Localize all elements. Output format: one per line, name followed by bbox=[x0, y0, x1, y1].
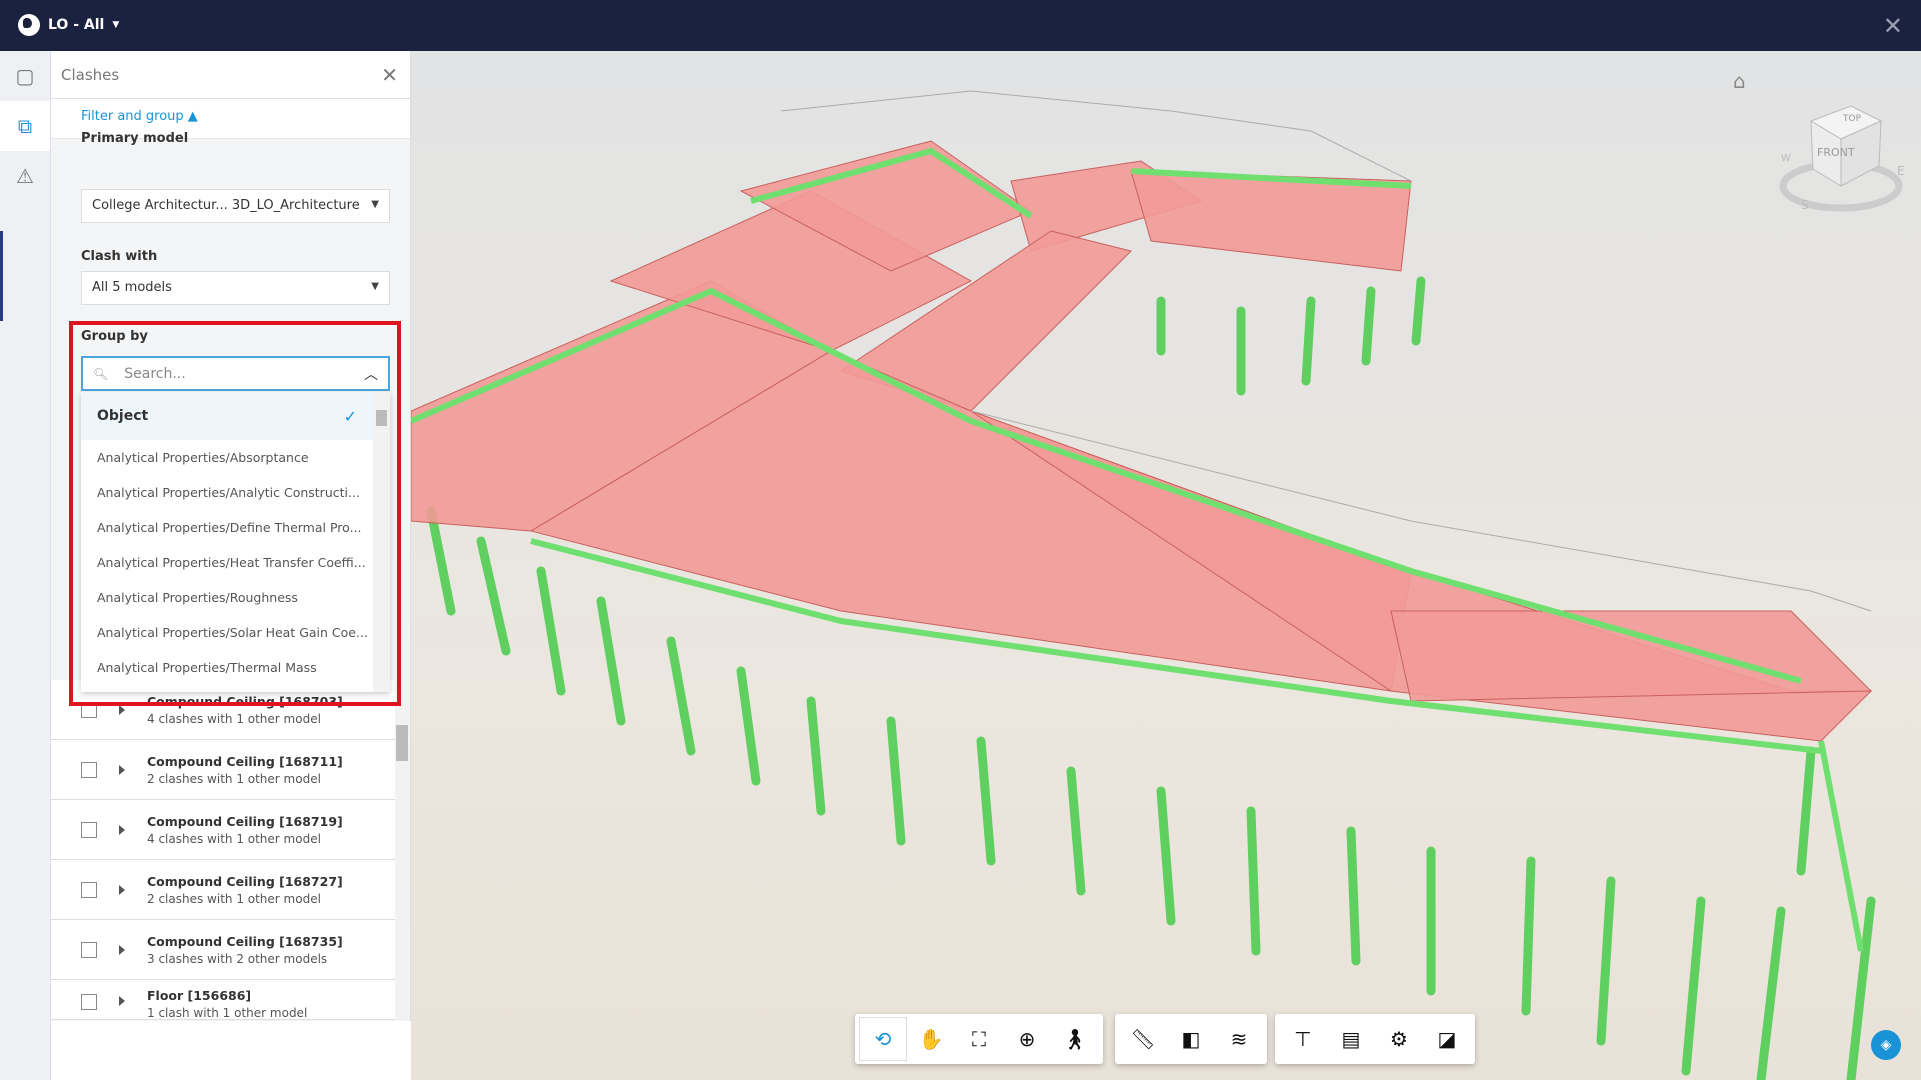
option-object[interactable]: Object ✓ bbox=[81, 392, 373, 440]
option[interactable]: Analytical Properties/Solar Heat Gain Co… bbox=[81, 615, 373, 650]
view-cube[interactable]: TOP FRONT E S W bbox=[1771, 91, 1911, 221]
checkbox[interactable] bbox=[81, 881, 97, 898]
clash-with-select[interactable]: All 5 models ▼ bbox=[81, 271, 390, 305]
side-rail: ▢ ⧉ ⚠ bbox=[0, 51, 51, 1080]
primary-model-label: Primary model bbox=[81, 131, 189, 146]
option[interactable]: Analytical Properties/Roughness bbox=[81, 580, 373, 615]
help-icon[interactable]: ◈ bbox=[1871, 1030, 1901, 1060]
checkbox[interactable] bbox=[81, 994, 97, 1010]
checkbox[interactable] bbox=[81, 701, 97, 718]
clash-with-label: Clash with bbox=[81, 249, 158, 264]
panel-footer bbox=[51, 1021, 411, 1080]
section-icon[interactable]: ◧ bbox=[1167, 1017, 1215, 1061]
expand-icon[interactable] bbox=[119, 996, 125, 1006]
scroll-thumb[interactable] bbox=[396, 725, 408, 761]
group-by-label: Group by bbox=[81, 329, 148, 344]
layers-icon[interactable]: ≋ bbox=[1215, 1017, 1263, 1061]
chevron-up-icon[interactable]: ︿ bbox=[364, 364, 378, 384]
expand-icon[interactable] bbox=[119, 824, 125, 835]
first-person-icon[interactable]: 🚶︎ bbox=[1051, 1017, 1099, 1061]
option-label: Object bbox=[97, 408, 149, 424]
checkbox[interactable] bbox=[81, 761, 97, 778]
list-item[interactable]: Compound Ceiling [168735] 3 clashes with … bbox=[51, 920, 395, 980]
expand-icon[interactable] bbox=[119, 884, 125, 895]
project-name: LO - All bbox=[48, 17, 105, 33]
row-name: Compound Ceiling [168711] bbox=[147, 753, 343, 769]
cube-top-label: TOP bbox=[1842, 114, 1862, 124]
check-icon: ✓ bbox=[343, 406, 357, 426]
project-selector[interactable]: LO - All ▼ bbox=[18, 14, 119, 36]
pan-icon[interactable]: ✋ bbox=[907, 1017, 955, 1061]
caret-down-icon: ▼ bbox=[112, 20, 120, 30]
expand-icon[interactable] bbox=[119, 764, 125, 775]
row-name: Compound Ceiling [168703] bbox=[147, 693, 343, 709]
clash-primary-elements bbox=[411, 140, 1873, 742]
close-panel-icon[interactable]: ✕ bbox=[381, 63, 398, 87]
row-name: Compound Ceiling [168719] bbox=[147, 813, 343, 829]
row-sub: 4 clashes with 1 other model bbox=[147, 831, 321, 846]
checkbox[interactable] bbox=[81, 941, 97, 958]
clashes-icon[interactable]: ⧉ bbox=[0, 101, 50, 151]
model-browser-icon[interactable]: ▢ bbox=[0, 51, 50, 101]
compass-s: S bbox=[1801, 198, 1809, 212]
list-item[interactable]: Compound Ceiling [168727] 2 clashes with … bbox=[51, 860, 395, 920]
clash-list: Compound Ceiling [168703] 4 clashes with … bbox=[51, 680, 395, 1020]
properties-icon[interactable]: ▤ bbox=[1327, 1017, 1375, 1061]
row-sub: 3 clashes with 2 other models bbox=[147, 951, 328, 966]
group-by-search[interactable]: 🔍︎ Search... ︿ bbox=[81, 356, 390, 391]
row-sub: 1 clash with 1 other model bbox=[147, 1006, 308, 1020]
option[interactable]: Analytical Properties/Heat Transfer Coef… bbox=[81, 545, 373, 580]
zoom-window-icon[interactable]: ⊕ bbox=[1003, 1017, 1051, 1061]
option[interactable]: Analytical Properties/Define Thermal Pro… bbox=[81, 510, 373, 545]
group-by-dropdown: Object ✓ Analytical Properties/Absorptanc… bbox=[81, 392, 390, 692]
primary-model-select[interactable]: College Architectur... 3D_LO_Architectur… bbox=[81, 189, 390, 223]
model-tree-icon[interactable]: ⊤ bbox=[1279, 1017, 1327, 1061]
chevron-down-icon: ▼ bbox=[371, 199, 379, 210]
expand-icon[interactable] bbox=[119, 704, 125, 715]
search-placeholder: Search... bbox=[124, 365, 186, 382]
expand-icon[interactable] bbox=[119, 944, 125, 955]
fit-to-view-icon[interactable]: ⛶ bbox=[955, 1017, 1003, 1061]
globe-icon bbox=[18, 14, 40, 36]
navigation-toolbar: ⟲ ✋ ⛶ ⊕ 🚶︎ bbox=[855, 1014, 1103, 1064]
orbit-icon[interactable]: ⟲ bbox=[859, 1017, 907, 1061]
3d-viewport[interactable]: ⌂ TOP FRONT E S W ⟲ ✋ ⛶ ⊕ 🚶︎ 📏︎ ◧ ≋ ⊤ ▤ … bbox=[411, 51, 1921, 1080]
option[interactable]: Analytical Properties/Absorptance bbox=[81, 440, 373, 475]
row-name: Compound Ceiling [168735] bbox=[147, 933, 343, 949]
close-icon[interactable]: ✕ bbox=[1883, 12, 1903, 40]
list-scrollbar[interactable] bbox=[395, 560, 409, 1020]
search-icon: 🔍︎ bbox=[93, 366, 109, 381]
row-sub: 2 clashes with 1 other model bbox=[147, 771, 321, 786]
list-item[interactable]: Floor [156686] 1 clash with 1 other model bbox=[51, 980, 395, 1020]
rail-indicator bbox=[0, 231, 3, 321]
fullscreen-icon[interactable]: ◪ bbox=[1423, 1017, 1471, 1061]
list-item[interactable]: Compound Ceiling [168719] 4 clashes with … bbox=[51, 800, 395, 860]
settings-icon[interactable]: ⚙ bbox=[1375, 1017, 1423, 1061]
dropdown-scrollbar[interactable] bbox=[373, 392, 390, 692]
settings-toolbar: ⊤ ▤ ⚙ ◪ bbox=[1275, 1014, 1475, 1064]
compass-e: E bbox=[1897, 164, 1905, 178]
measure-icon[interactable]: 📏︎ bbox=[1119, 1017, 1167, 1061]
row-name: Floor [156686] bbox=[147, 988, 252, 1003]
list-item[interactable]: Compound Ceiling [168711] 2 clashes with … bbox=[51, 740, 395, 800]
option[interactable]: Analytical Properties/Analytic Construct… bbox=[81, 475, 373, 510]
issues-icon[interactable]: ⚠ bbox=[0, 151, 50, 201]
scroll-thumb[interactable] bbox=[376, 410, 387, 426]
tools-toolbar: 📏︎ ◧ ≋ bbox=[1115, 1014, 1267, 1064]
panel-title: Clashes bbox=[61, 65, 120, 84]
building-model[interactable] bbox=[411, 51, 1921, 1080]
row-sub: 2 clashes with 1 other model bbox=[147, 891, 321, 906]
row-name: Compound Ceiling [168727] bbox=[147, 873, 343, 889]
checkbox[interactable] bbox=[81, 821, 97, 838]
cube-front-label: FRONT bbox=[1817, 146, 1855, 159]
clash-with-value: All 5 models bbox=[92, 280, 172, 295]
option[interactable]: Analytical Properties/Thermal Mass bbox=[81, 650, 373, 685]
row-sub: 4 clashes with 1 other model bbox=[147, 711, 321, 726]
primary-model-value: College Architectur... 3D_LO_Architectur… bbox=[92, 198, 360, 213]
chevron-down-icon: ▼ bbox=[371, 281, 379, 292]
top-bar: LO - All ▼ ✕ bbox=[0, 0, 1921, 51]
home-icon[interactable]: ⌂ bbox=[1733, 69, 1746, 93]
compass-w: W bbox=[1781, 153, 1791, 164]
